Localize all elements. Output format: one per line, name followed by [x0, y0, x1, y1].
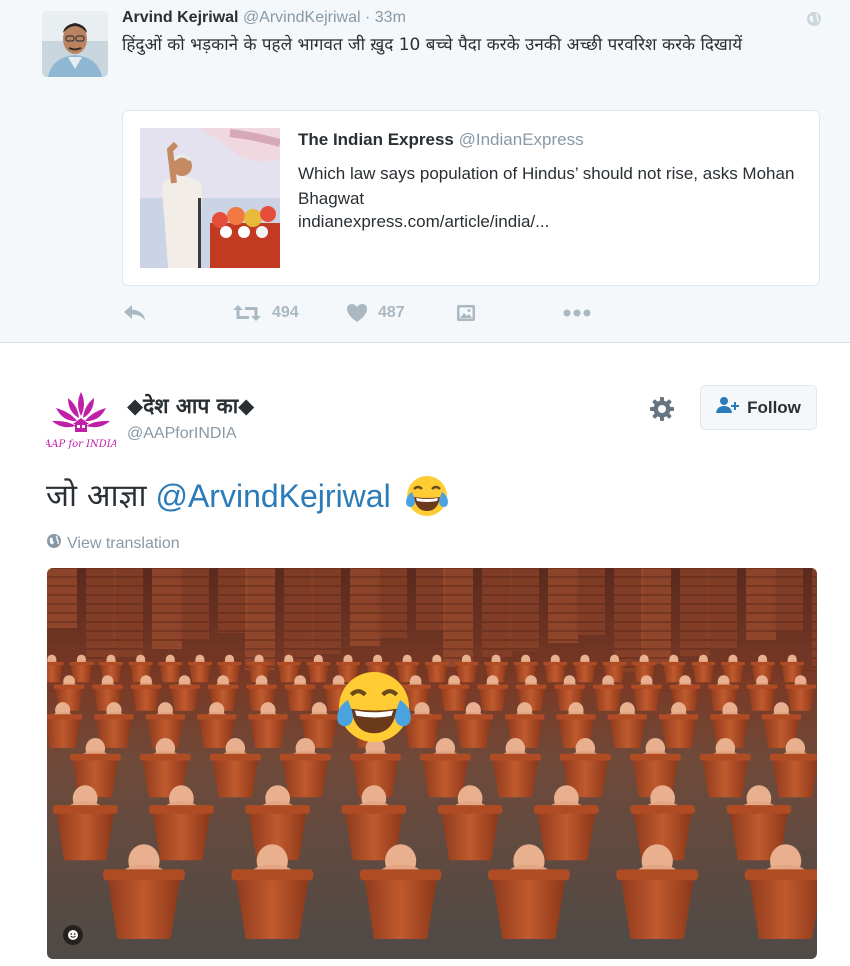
babies-in-pots-image — [47, 568, 817, 959]
author-handle[interactable]: @AAPforINDIA — [127, 425, 237, 443]
avatar-arvind-kejriwal[interactable] — [42, 11, 108, 77]
globe-icon[interactable] — [806, 11, 822, 27]
follow-button[interactable]: Follow — [700, 385, 817, 430]
retweet-count: 494 — [272, 304, 299, 321]
header-separator: · — [365, 9, 371, 26]
like-button[interactable]: 487 — [346, 300, 405, 326]
tweet-actions: 494 487 — [122, 300, 642, 326]
more-button[interactable] — [562, 300, 592, 326]
heart-icon — [346, 303, 368, 323]
quoted-tweet-card[interactable]: The Indian Express @IndianExpress Which … — [122, 110, 820, 286]
tweet-text: हिंदुओं को भड़काने के पहले भागवत जी ख़ुद… — [122, 35, 743, 55]
tweet-text: जो आज्ञा @ArvindKejriwal — [46, 472, 451, 520]
tweet-photo[interactable] — [47, 568, 817, 959]
tweet-header: Arvind Kejriwal @ArvindKejriwal · 33m — [122, 9, 406, 27]
more-icon — [562, 308, 592, 318]
quoted-tweet-image — [140, 128, 280, 268]
quoted-tweet-text: Which law says population of Hindus’ sho… — [298, 164, 795, 208]
quoted-tweet-header: The Indian Express @IndianExpress — [298, 130, 584, 150]
reply-icon — [122, 303, 148, 323]
smiley-badge-icon[interactable] — [63, 925, 83, 945]
reply-button[interactable] — [122, 300, 148, 326]
quoted-author-handle[interactable]: @IndianExpress — [459, 130, 584, 149]
avatar-aap-for-india[interactable]: AAP for INDIA — [43, 384, 118, 454]
tears-of-joy-overlay-icon — [332, 665, 416, 749]
gear-icon[interactable] — [648, 395, 676, 423]
retweet-icon — [232, 303, 262, 323]
tweet-text-hindi: जो आज्ञा — [46, 478, 147, 514]
retweeted-tweet: Arvind Kejriwal @ArvindKejriwal · 33m हि… — [0, 0, 850, 343]
retweet-button[interactable]: 494 — [232, 300, 299, 326]
author-handle[interactable]: @ArvindKejriwal — [243, 9, 361, 26]
follow-label: Follow — [747, 397, 801, 417]
author-name[interactable]: Arvind Kejriwal — [122, 9, 238, 26]
view-translation-label: View translation — [67, 534, 180, 552]
like-count: 487 — [378, 304, 405, 321]
quoted-author-name[interactable]: The Indian Express — [298, 130, 454, 149]
add-user-icon — [716, 396, 747, 419]
quoted-tweet-link[interactable]: indianexpress.com/article/india/... — [298, 212, 549, 232]
view-translation-link[interactable]: View translation — [46, 533, 180, 554]
photo-icon — [456, 304, 476, 322]
author-name[interactable]: ◆देश आप का◆ — [127, 392, 254, 420]
mention-link[interactable]: @ArvindKejriwal — [155, 474, 390, 518]
globe-icon — [46, 533, 67, 554]
avatar-logo-text: AAP for INDIA — [46, 439, 116, 450]
media-button[interactable] — [456, 300, 476, 326]
tweet-timestamp[interactable]: 33m — [375, 9, 406, 26]
tears-of-joy-emoji-icon — [403, 472, 451, 520]
main-tweet: AAP for INDIA ◆देश आप का◆ @AAPforINDIA F… — [0, 344, 850, 966]
